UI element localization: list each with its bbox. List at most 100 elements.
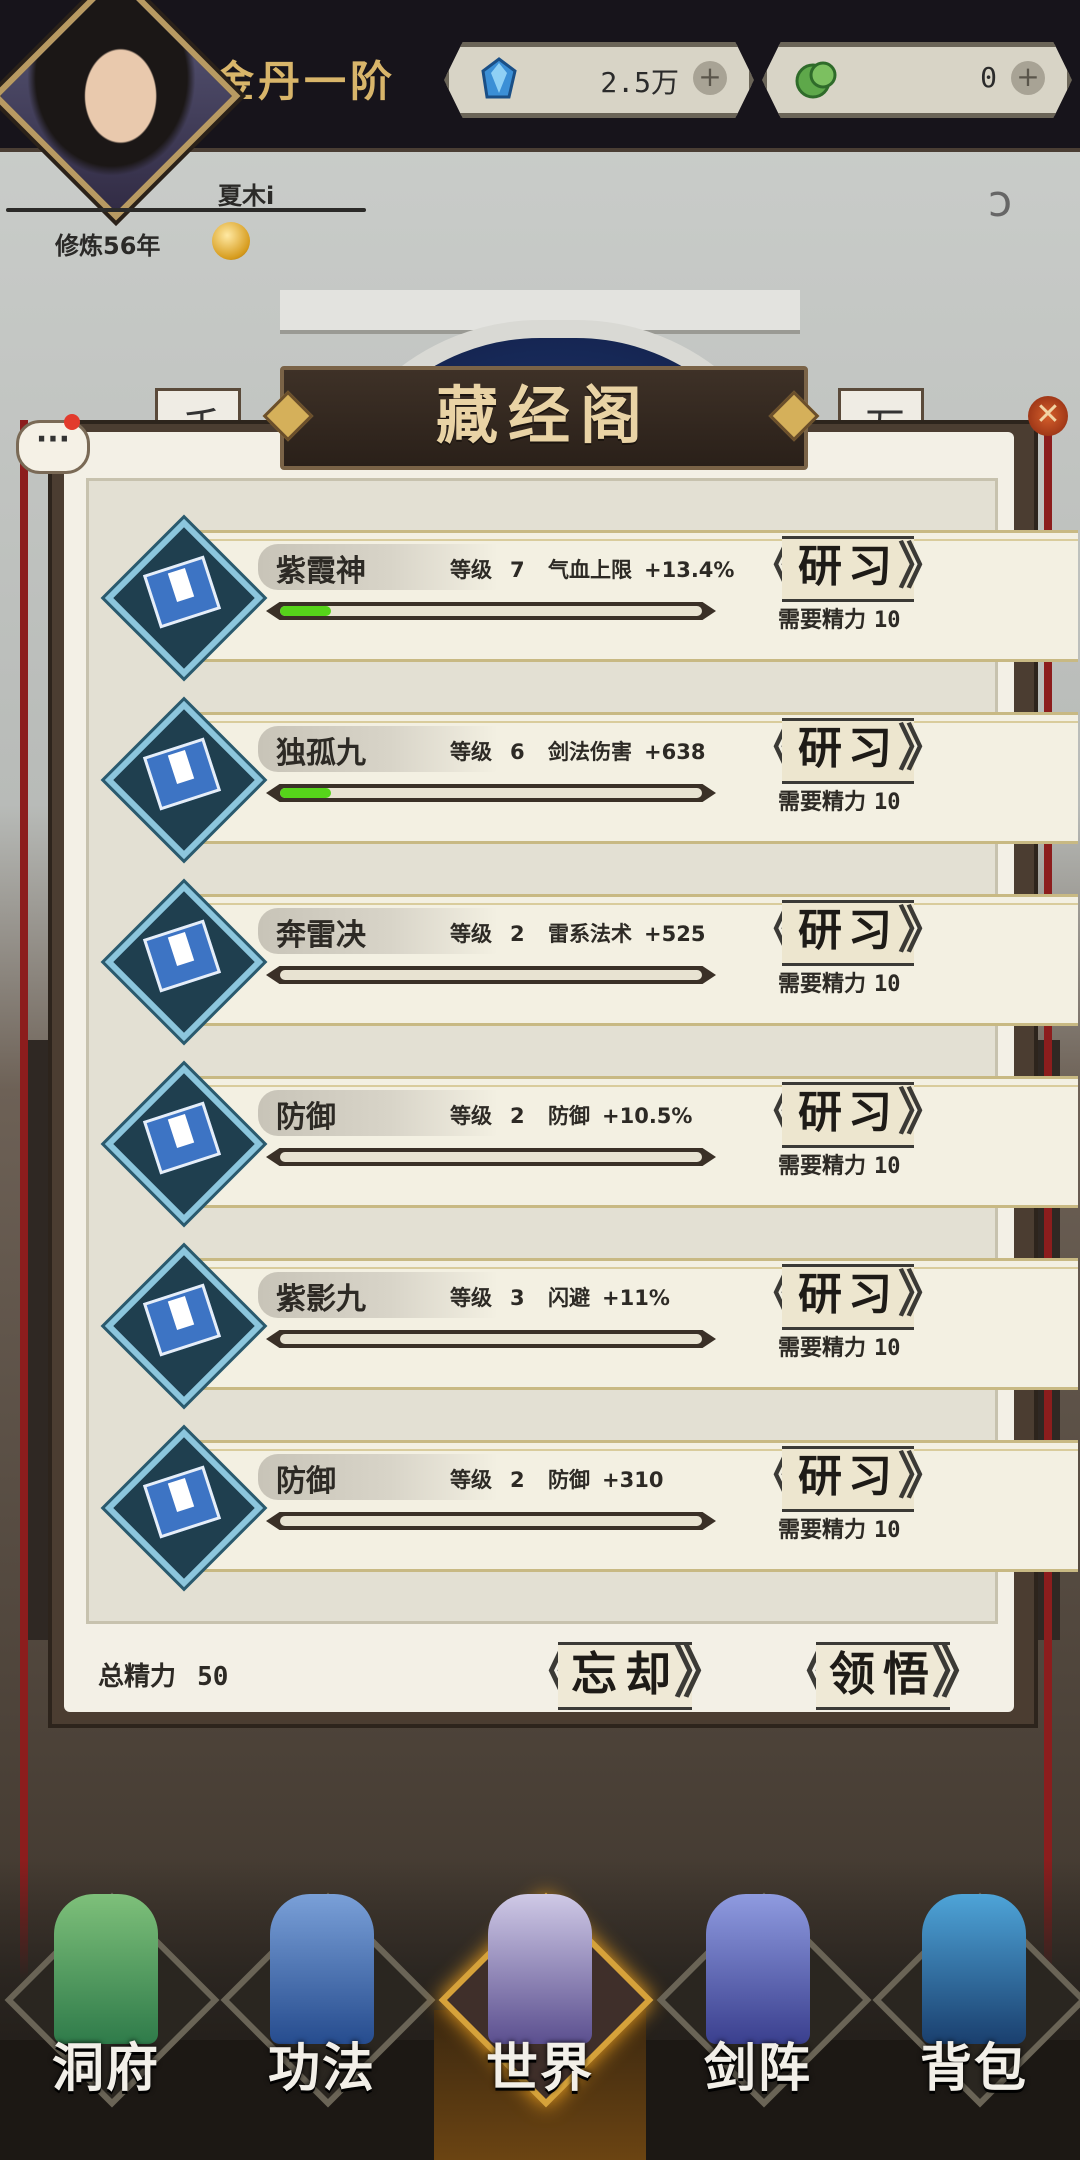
energy-required-value: 10 bbox=[874, 1518, 901, 1543]
chevron-right-icon: 》 bbox=[898, 901, 948, 959]
skill-progress-bar bbox=[266, 1330, 716, 1348]
skill-book-icon[interactable] bbox=[104, 882, 264, 1042]
comprehend-button-label: 领悟 bbox=[816, 1642, 950, 1710]
close-button[interactable]: ✕ bbox=[1028, 396, 1068, 436]
study-button[interactable]: 《 研习 》 bbox=[748, 718, 948, 784]
study-button-label: 研习 bbox=[782, 900, 914, 966]
study-button-label: 研习 bbox=[782, 718, 914, 784]
skill-level: 等级 3 bbox=[450, 1282, 525, 1312]
backpack-icon bbox=[922, 1894, 1026, 2044]
study-button[interactable]: 《 研习 》 bbox=[748, 1264, 948, 1330]
chevron-right-icon: 》 bbox=[898, 719, 948, 777]
skill-book-icon[interactable] bbox=[104, 700, 264, 860]
chevron-right-icon: 》 bbox=[898, 1265, 948, 1323]
nav-item[interactable]: 世界 bbox=[438, 1880, 654, 2130]
world-map-icon bbox=[488, 1894, 592, 2044]
total-energy-label: 总精力 bbox=[98, 1662, 177, 1692]
skill-level-value: 7 bbox=[510, 558, 525, 582]
study-button[interactable]: 《 研习 》 bbox=[748, 1446, 948, 1512]
skill-stat: 气血上限 +13.4% bbox=[548, 554, 734, 584]
skill-progress-bar bbox=[266, 1512, 716, 1530]
skill-level: 等级 2 bbox=[450, 918, 525, 948]
cave-mansion-icon bbox=[54, 1894, 158, 2044]
nav-label: 洞府 bbox=[51, 2038, 160, 2099]
total-energy-value: 50 bbox=[197, 1662, 229, 1692]
jade-coin-icon bbox=[795, 61, 837, 99]
progress-fill bbox=[280, 788, 331, 798]
skill-book-icon[interactable] bbox=[104, 1246, 264, 1406]
player-name: 夏木i bbox=[218, 182, 275, 210]
title-plaque: 藏经阁 bbox=[280, 366, 808, 470]
skill-level-label: 等级 bbox=[450, 740, 492, 764]
resource-spirit-crystal: 2.5万 + bbox=[444, 42, 754, 118]
energy-required: 需要精力 10 bbox=[778, 602, 901, 634]
forget-button-label: 忘却 bbox=[558, 1642, 692, 1710]
energy-required: 需要精力 10 bbox=[778, 784, 901, 816]
skill-stat-bonus: +10.5% bbox=[602, 1104, 693, 1128]
nav-item[interactable]: 洞府 bbox=[4, 1880, 220, 2130]
energy-required-label: 需要精力 bbox=[778, 972, 867, 997]
realm-title: 金丹一阶 bbox=[212, 57, 397, 106]
energy-required-value: 10 bbox=[874, 1154, 901, 1179]
skill-progress-bar bbox=[266, 602, 716, 620]
resource-jade-coin: 0 + bbox=[762, 42, 1072, 118]
skill-stat-label: 闪避 bbox=[548, 1286, 590, 1310]
chevron-right-icon: 》 bbox=[932, 1641, 988, 1706]
chat-button[interactable]: ··· bbox=[16, 420, 90, 474]
skill-row: 奔雷决 等级 2 雷系法术 +525 《 研习 》 需要精力 10 bbox=[104, 876, 1078, 1042]
progress-track bbox=[280, 788, 702, 798]
study-button[interactable]: 《 研习 》 bbox=[748, 900, 948, 966]
skill-book-icon[interactable] bbox=[104, 518, 264, 678]
progress-track bbox=[280, 970, 702, 980]
skill-stat-label: 气血上限 bbox=[548, 558, 632, 582]
forget-button[interactable]: 《 忘却 》 bbox=[520, 1640, 730, 1710]
add-crystal-button[interactable]: + bbox=[693, 61, 727, 95]
skill-level-value: 2 bbox=[510, 1104, 525, 1128]
skill-stat-label: 剑法伤害 bbox=[548, 740, 632, 764]
chevron-right-icon: 》 bbox=[898, 537, 948, 595]
total-energy: 总精力 50 bbox=[98, 1656, 228, 1693]
skill-name: 独孤九 bbox=[276, 736, 366, 771]
nav-item[interactable]: 背包 bbox=[872, 1880, 1080, 2130]
nav-label: 功法 bbox=[267, 2038, 376, 2099]
skill-level-label: 等级 bbox=[450, 1286, 492, 1310]
nav-label: 背包 bbox=[919, 2038, 1028, 2099]
progress-fill bbox=[280, 606, 331, 616]
scroll-rod-left bbox=[20, 420, 28, 1980]
skill-book-icon[interactable] bbox=[104, 1064, 264, 1224]
skill-row: 防御 等级 2 防御 +310 《 研习 》 需要精力 10 bbox=[104, 1422, 1078, 1588]
energy-required-value: 10 bbox=[874, 608, 901, 633]
chevron-right-icon: 》 bbox=[898, 1083, 948, 1141]
skill-row: 独孤九 等级 6 剑法伤害 +638 《 研习 》 需要精力 10 bbox=[104, 694, 1078, 860]
study-button[interactable]: 《 研习 》 bbox=[748, 1082, 948, 1148]
energy-required-value: 10 bbox=[874, 972, 901, 997]
skill-level: 等级 6 bbox=[450, 736, 525, 766]
skill-name: 防御 bbox=[276, 1464, 336, 1499]
skill-stat-bonus: +638 bbox=[644, 740, 706, 764]
study-button-label: 研习 bbox=[782, 1264, 914, 1330]
study-button-label: 研习 bbox=[782, 1446, 914, 1512]
spirit-crystal-icon bbox=[481, 57, 517, 99]
skill-stat-bonus: +525 bbox=[644, 922, 706, 946]
energy-required-label: 需要精力 bbox=[778, 1336, 867, 1361]
name-underline bbox=[6, 208, 366, 212]
progress-track bbox=[280, 1152, 702, 1162]
skill-stat-label: 雷系法术 bbox=[548, 922, 632, 946]
nav-item[interactable]: 功法 bbox=[220, 1880, 436, 2130]
skill-stat: 防御 +310 bbox=[548, 1464, 663, 1494]
chevron-right-icon: 》 bbox=[898, 1447, 948, 1505]
study-button[interactable]: 《 研习 》 bbox=[748, 536, 948, 602]
panel-title: 藏经阁 bbox=[435, 379, 652, 452]
skill-stat-label: 防御 bbox=[548, 1104, 590, 1128]
skill-level-value: 2 bbox=[510, 922, 525, 946]
nav-item[interactable]: 剑阵 bbox=[656, 1880, 872, 2130]
golden-orb-icon[interactable] bbox=[212, 222, 250, 260]
comprehend-button[interactable]: 《 领悟 》 bbox=[778, 1640, 988, 1710]
energy-required-label: 需要精力 bbox=[778, 608, 867, 633]
energy-required: 需要精力 10 bbox=[778, 1330, 901, 1362]
jade-coin-value: 0 bbox=[980, 61, 997, 94]
skill-book-icon[interactable] bbox=[104, 1428, 264, 1588]
add-jade-button[interactable]: + bbox=[1011, 61, 1045, 95]
skill-row: 防御 等级 2 防御 +10.5% 《 研习 》 需要精力 10 bbox=[104, 1058, 1078, 1224]
skill-name: 奔雷决 bbox=[276, 918, 366, 953]
